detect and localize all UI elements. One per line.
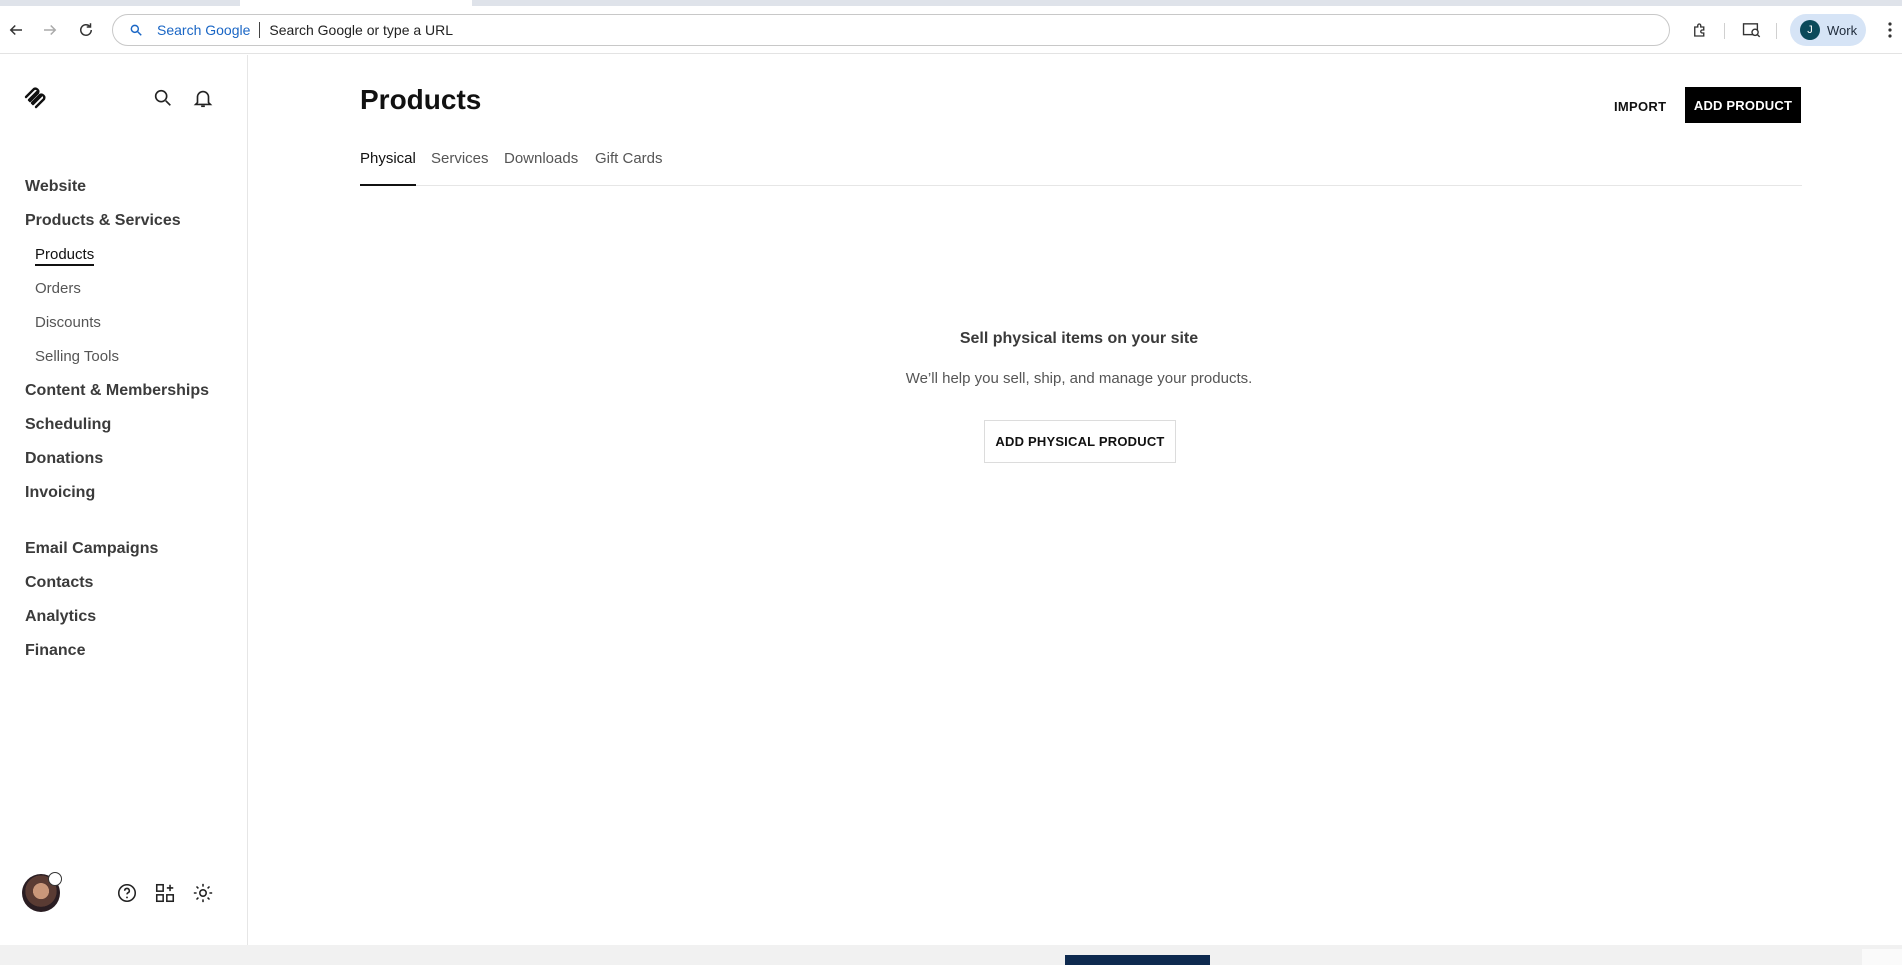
apps-grid-icon[interactable] [154, 882, 176, 904]
forward-button[interactable] [36, 16, 64, 44]
empty-state-title: Sell physical items on your site [959, 330, 1199, 347]
more-vertical-icon [1888, 22, 1892, 38]
reload-icon [80, 23, 92, 36]
bell-icon[interactable] [192, 87, 214, 109]
squarespace-logo-icon[interactable] [22, 85, 48, 111]
empty-state-description: We’ll help you sell, ship, and manage yo… [905, 370, 1253, 387]
sidebar: Website Products & Services Products Ord… [0, 55, 248, 945]
toolbar-divider [1776, 23, 1777, 39]
profile-chip[interactable]: J Work [1790, 14, 1866, 46]
settings-gear-icon[interactable] [192, 882, 214, 904]
nav-website[interactable]: Website [25, 178, 86, 196]
user-avatar[interactable] [22, 872, 62, 912]
tab-search-icon [1742, 23, 1761, 38]
nav-sub-selling-tools[interactable]: Selling Tools [35, 348, 119, 365]
tab-search-button[interactable] [1738, 16, 1766, 44]
reload-button[interactable] [72, 16, 100, 44]
help-icon[interactable] [116, 882, 138, 904]
bottom-strip [0, 945, 1902, 965]
search-engine-label: Search Google [157, 22, 261, 38]
nav-analytics[interactable]: Analytics [25, 608, 96, 626]
tab-downloads[interactable]: Downloads [504, 150, 578, 186]
browser-menu-button[interactable] [1882, 16, 1898, 44]
arrow-right-icon [44, 24, 57, 36]
browser-toolbar: Search Google J Work [0, 6, 1902, 54]
arrow-left-icon [9, 24, 22, 36]
page-title: Products [360, 84, 482, 115]
extensions-button[interactable] [1686, 16, 1714, 44]
add-product-button[interactable]: ADD PRODUCT [1685, 87, 1801, 123]
nav-invoicing[interactable]: Invoicing [25, 484, 95, 502]
nav-donations[interactable]: Donations [25, 450, 103, 468]
back-button[interactable] [2, 16, 30, 44]
tab-gift-cards[interactable]: Gift Cards [595, 150, 663, 186]
omnibox[interactable]: Search Google [112, 14, 1670, 46]
nav-scheduling[interactable]: Scheduling [25, 416, 111, 434]
nav-contacts[interactable]: Contacts [25, 574, 93, 592]
avatar-badge [48, 872, 62, 886]
nav-products-services[interactable]: Products & Services [25, 212, 181, 230]
nav-sub-discounts[interactable]: Discounts [35, 314, 101, 331]
tab-services[interactable]: Services [431, 150, 489, 186]
search-icon [130, 24, 142, 36]
add-physical-product-button[interactable]: ADD PHYSICAL PRODUCT [984, 420, 1176, 463]
puzzle-icon [1694, 23, 1705, 37]
bottom-banner-button[interactable] [1065, 955, 1210, 965]
nav-sub-products[interactable]: Products [35, 246, 95, 266]
nav-finance[interactable]: Finance [25, 642, 85, 660]
product-type-tabs: Physical Services Downloads Gift Cards [360, 150, 1802, 186]
nav-email-campaigns[interactable]: Email Campaigns [25, 540, 158, 558]
omnibox-input[interactable] [269, 22, 1669, 38]
profile-avatar: J [1800, 20, 1820, 40]
corner-widget [1862, 949, 1902, 965]
toolbar-divider [1724, 23, 1725, 39]
search-icon[interactable] [152, 87, 174, 109]
profile-label: Work [1827, 22, 1858, 38]
nav-sub-orders[interactable]: Orders [35, 280, 81, 297]
import-button[interactable]: IMPORT [1602, 88, 1679, 124]
tab-physical[interactable]: Physical [360, 150, 416, 186]
